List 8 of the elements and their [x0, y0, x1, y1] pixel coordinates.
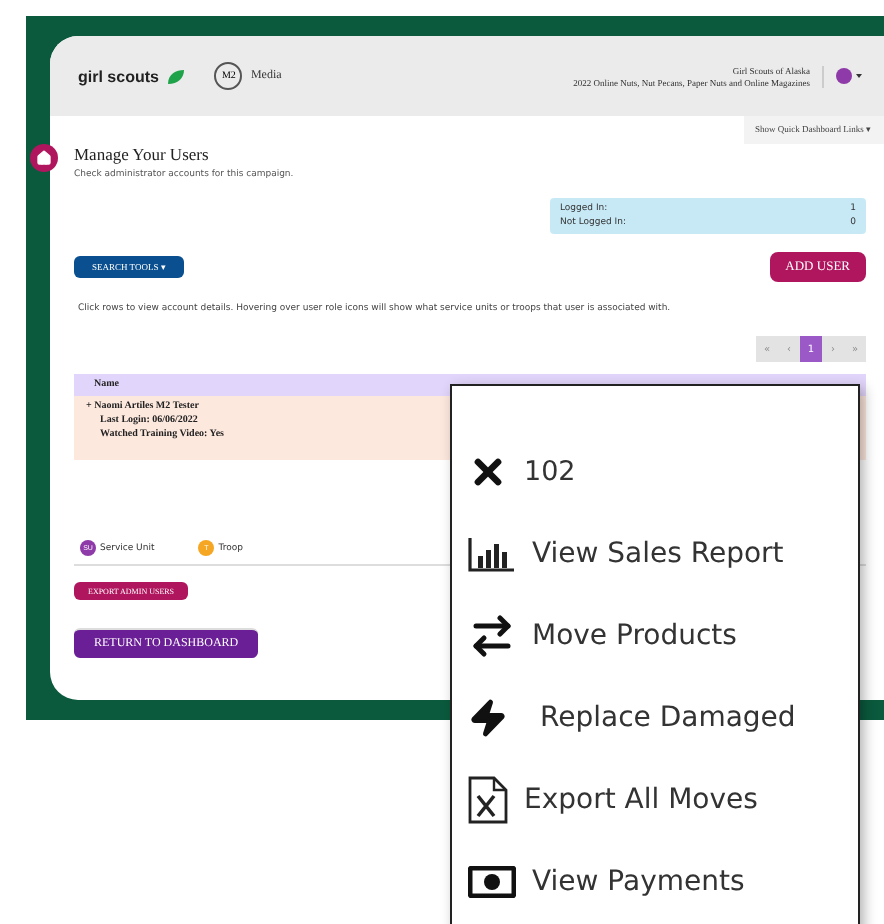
menu-item[interactable]: Move Products — [468, 614, 858, 656]
menu-title: 102 — [524, 455, 576, 487]
page-title: Manage Your Users — [74, 144, 211, 164]
logo-text: girl scouts — [78, 67, 159, 85]
menu-item[interactable]: View Sales Report — [468, 532, 858, 574]
menu-item[interactable]: Replace Damaged — [468, 696, 858, 738]
menu-item[interactable]: View Payments — [468, 860, 858, 902]
menu-item[interactable]: Export All Moves — [468, 778, 858, 820]
